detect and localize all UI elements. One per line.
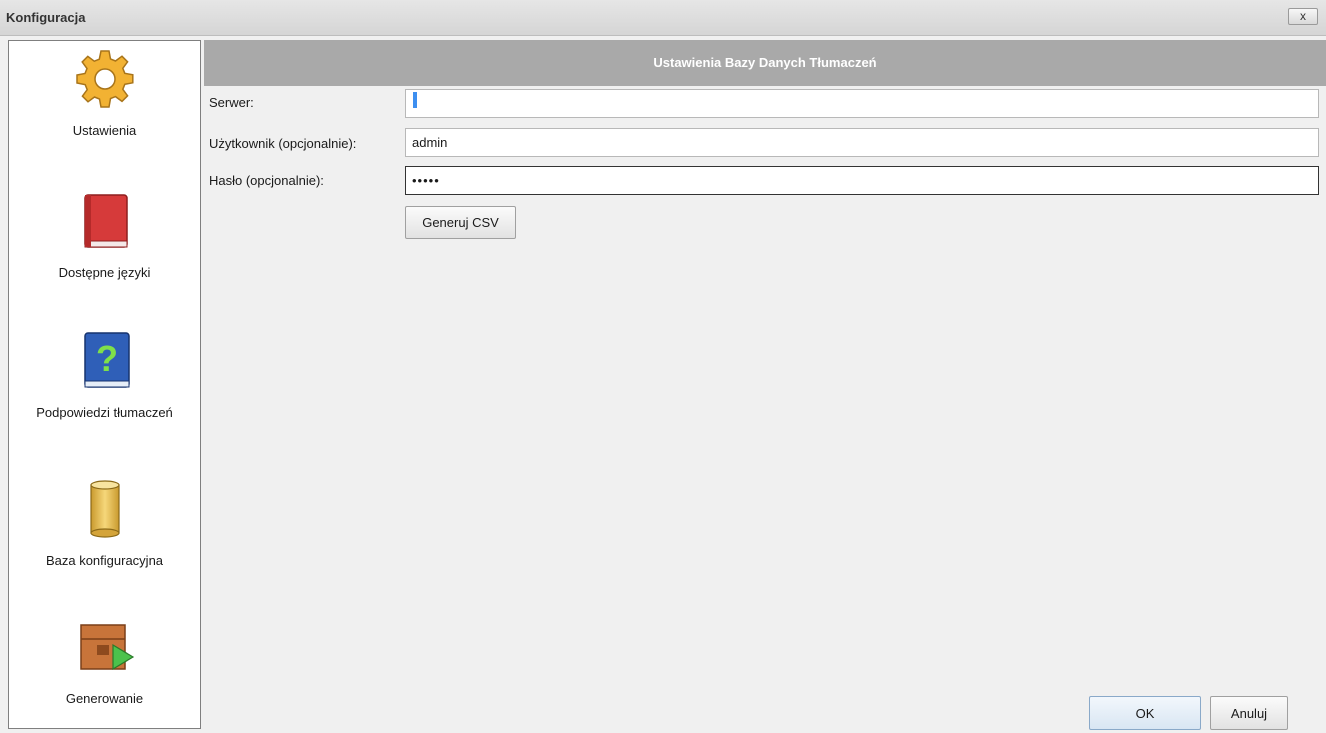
close-icon: x xyxy=(1300,9,1306,23)
username-input[interactable] xyxy=(405,128,1319,157)
svg-text:?: ? xyxy=(96,338,118,379)
sidebar-item-label: Dostępne języki xyxy=(58,265,151,280)
window-title: Konfiguracja xyxy=(6,10,86,25)
section-header: Ustawienia Bazy Danych Tłumaczeń xyxy=(204,40,1326,86)
password-input[interactable] xyxy=(405,166,1319,195)
sidebar: Ustawienia Dostępne języki ? Podpowiedzi… xyxy=(8,40,201,729)
sidebar-item-label: Ustawienia xyxy=(72,123,137,138)
server-input[interactable] xyxy=(405,89,1319,118)
sidebar-item-translation-hints[interactable]: ? Podpowiedzi tłumaczeń xyxy=(9,329,200,420)
server-label: Serwer: xyxy=(209,95,254,110)
gear-icon xyxy=(73,47,137,111)
sidebar-item-languages[interactable]: Dostępne języki xyxy=(9,189,200,280)
username-label: Użytkownik (opcjonalnie): xyxy=(209,136,357,151)
box-export-icon xyxy=(73,615,137,679)
main-panel: Ustawienia Bazy Danych Tłumaczeń Serwer:… xyxy=(204,40,1326,733)
close-button[interactable]: x xyxy=(1288,8,1318,25)
sidebar-item-label: Generowanie xyxy=(65,691,144,706)
password-label: Hasło (opcjonalnie): xyxy=(209,173,324,188)
cancel-button[interactable]: Anuluj xyxy=(1210,696,1288,730)
text-selection xyxy=(413,92,417,108)
sidebar-item-generation[interactable]: Generowanie xyxy=(9,615,200,706)
title-bar[interactable]: Konfiguracja x xyxy=(0,0,1326,36)
sidebar-item-label: Podpowiedzi tłumaczeń xyxy=(36,405,173,420)
ok-button[interactable]: OK xyxy=(1089,696,1201,730)
sidebar-item-label: Baza konfiguracyjna xyxy=(45,553,164,568)
sidebar-item-config-database[interactable]: Baza konfiguracyjna xyxy=(9,477,200,568)
red-book-icon xyxy=(73,189,137,253)
sidebar-item-settings[interactable]: Ustawienia xyxy=(9,47,200,138)
help-book-icon: ? xyxy=(73,329,137,393)
configuration-window: Konfiguracja x Ustawienia Dostępne język… xyxy=(0,0,1326,733)
generate-csv-button[interactable]: Generuj CSV xyxy=(405,206,516,239)
database-icon xyxy=(73,477,137,541)
